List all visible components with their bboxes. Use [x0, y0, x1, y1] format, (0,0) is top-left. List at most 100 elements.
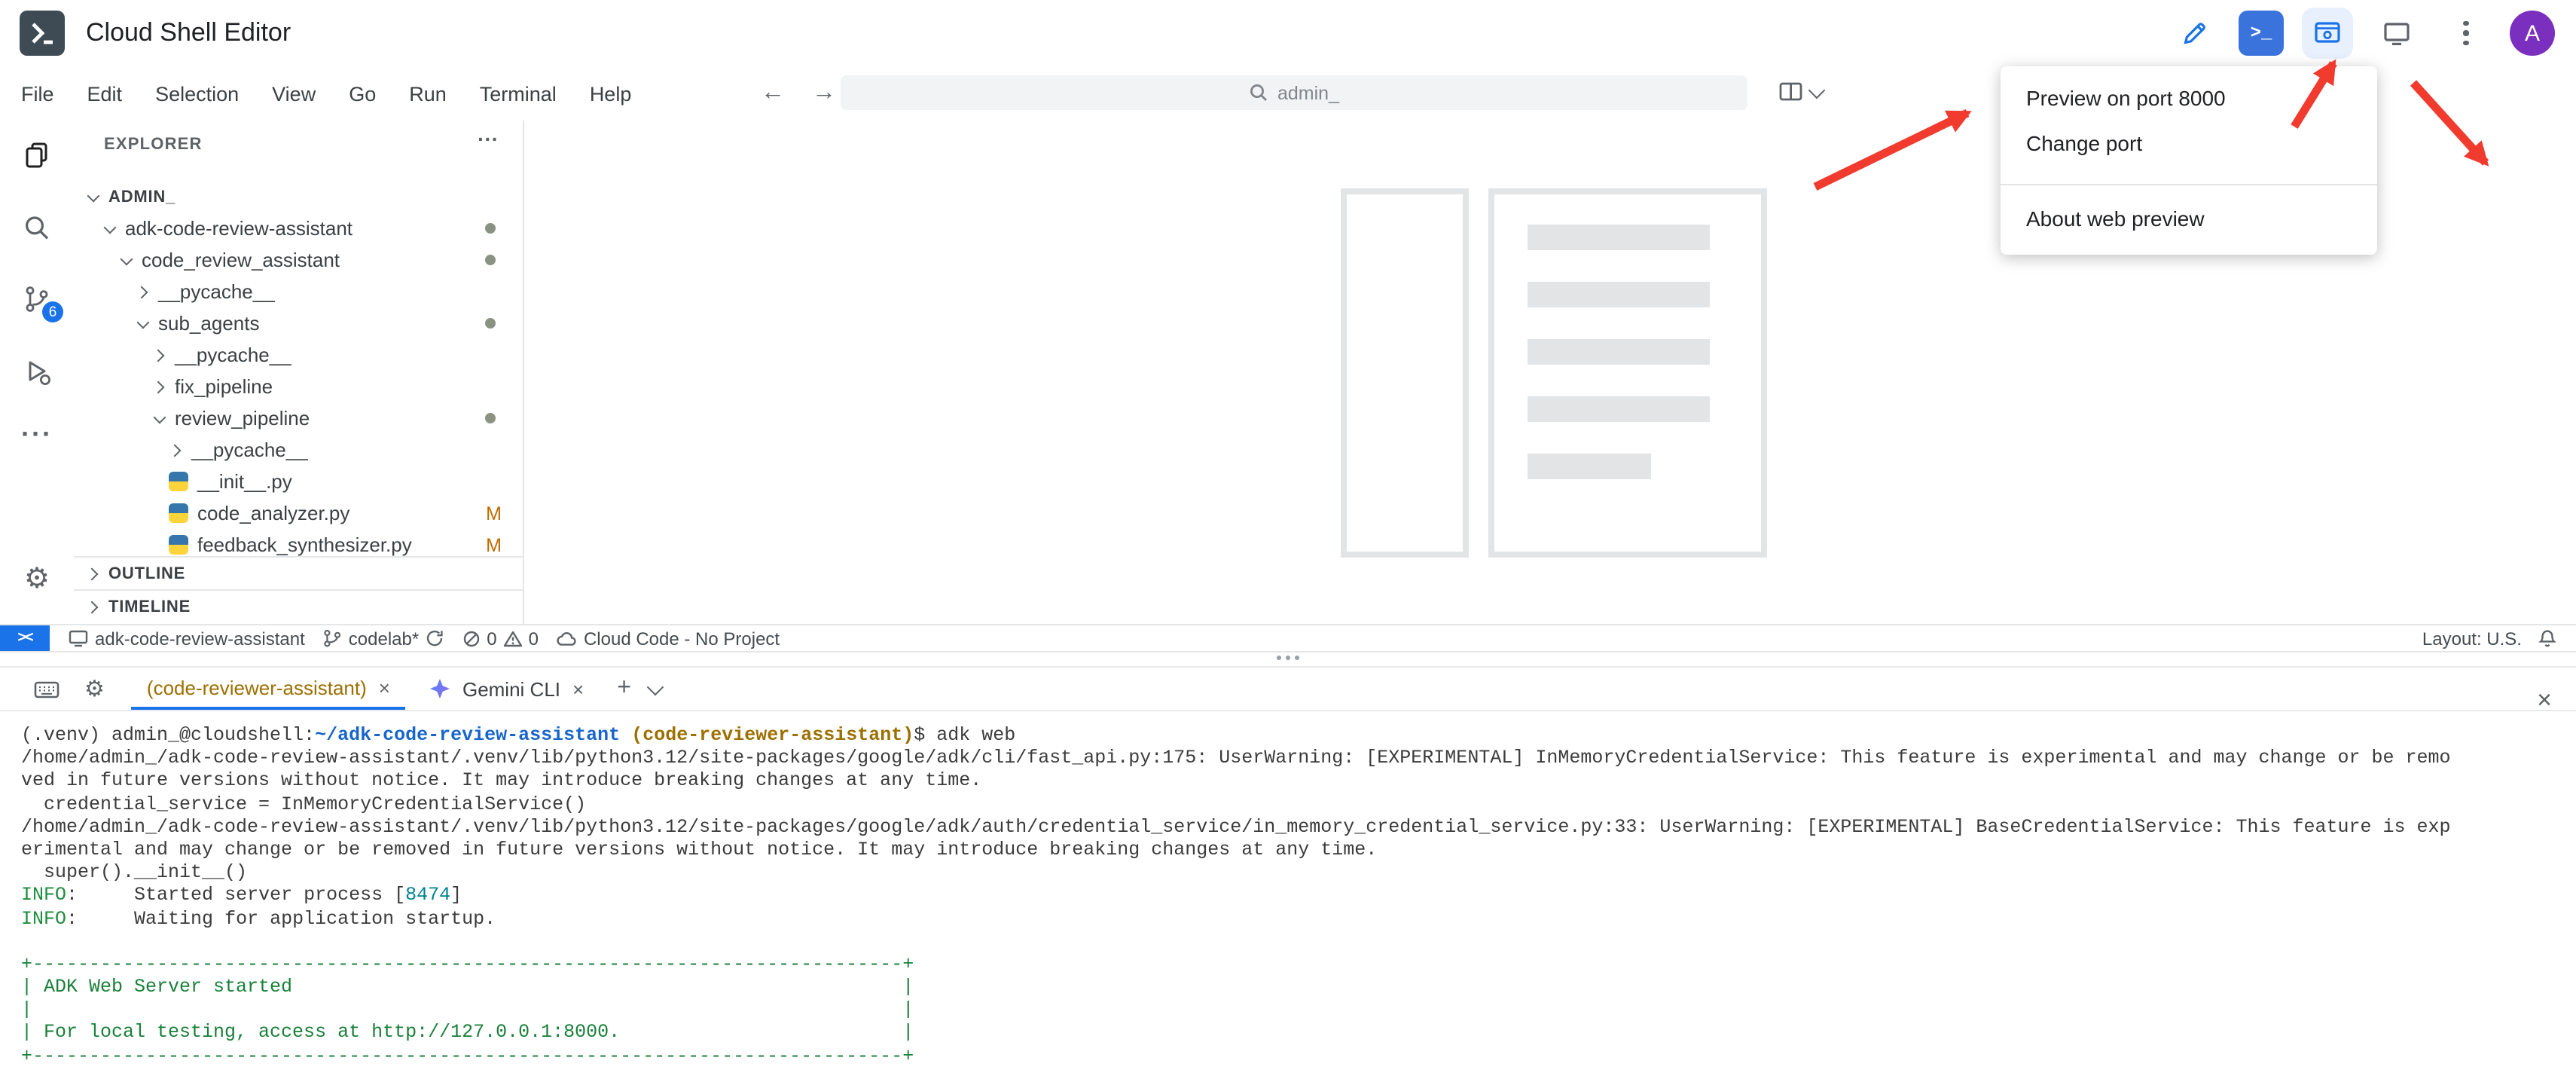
- chevron-down-icon: [136, 316, 151, 331]
- chevron-right-icon: [86, 567, 101, 582]
- terminal-line: ved in future versions without notice. I…: [21, 771, 2576, 793]
- chevron-down-icon: [1808, 81, 1826, 99]
- notifications-bell-icon[interactable]: [2537, 628, 2558, 649]
- menu-run[interactable]: Run: [409, 82, 447, 105]
- terminal-tab-code-reviewer[interactable]: (code-reviewer-assistant) ×: [132, 668, 405, 710]
- activity-source-control-icon[interactable]: 6: [0, 283, 74, 315]
- terminal-tab-label: (code-reviewer-assistant): [147, 676, 367, 698]
- avatar-initial: A: [2525, 20, 2540, 46]
- activity-run-debug-icon[interactable]: [0, 356, 74, 387]
- terminal-line: | ADK Web Server started |: [21, 977, 2576, 999]
- outline-section[interactable]: OUTLINE: [74, 556, 523, 591]
- modified-dot: [485, 255, 496, 265]
- chevron-down-icon: [152, 411, 167, 426]
- settings-gear-icon[interactable]: ⚙: [0, 562, 74, 597]
- terminal-line: erimental and may change or be removed i…: [21, 839, 2576, 862]
- activity-more-icon[interactable]: ···: [0, 419, 74, 451]
- split-editor-icon: [1778, 78, 1805, 105]
- editor-layout-toggle[interactable]: [1778, 78, 1823, 105]
- tree-item-fix-pipeline[interactable]: fix_pipeline: [74, 371, 523, 402]
- activity-explorer-icon[interactable]: [0, 140, 74, 172]
- terminal-line: INFO: Waiting for application startup.: [21, 908, 2576, 931]
- open-in-new-window-button[interactable]: [2371, 8, 2422, 59]
- timeline-label: TIMELINE: [108, 598, 191, 616]
- tree-item-review-pipeline[interactable]: review_pipeline: [74, 402, 523, 434]
- timeline-section[interactable]: TIMELINE: [74, 589, 523, 624]
- chevron-right-icon: [169, 442, 184, 457]
- tree-item--pycache-[interactable]: __pycache__: [74, 276, 523, 307]
- menu-item-preview-on-port-8000[interactable]: Preview on port 8000: [2001, 75, 2377, 121]
- tree-item--pycache-[interactable]: __pycache__: [74, 434, 523, 466]
- tree-item-sub-agents[interactable]: sub_agents: [74, 307, 523, 339]
- menu-selection[interactable]: Selection: [155, 82, 239, 105]
- git-modified-badge: M: [486, 503, 502, 524]
- activity-search-icon[interactable]: [0, 212, 74, 244]
- chevron-right-icon: [152, 379, 167, 394]
- sync-icon: [425, 628, 444, 648]
- search-input[interactable]: admin_: [841, 75, 1747, 110]
- menu-divider: [2001, 184, 2377, 185]
- status-workspace[interactable]: adk-code-review-assistant: [68, 628, 305, 649]
- errors-icon: [462, 629, 481, 647]
- new-terminal-icon[interactable]: +: [617, 675, 631, 702]
- warnings-icon: [503, 629, 523, 647]
- terminal-dropdown-chevron-icon[interactable]: [647, 678, 664, 695]
- remote-icon: ><: [17, 630, 32, 646]
- menu-go[interactable]: Go: [349, 82, 376, 105]
- remote-indicator[interactable]: ><: [0, 625, 50, 651]
- keyboard-icon[interactable]: [33, 677, 60, 700]
- explorer-more-actions-icon[interactable]: ···: [478, 127, 499, 151]
- menu-view[interactable]: View: [272, 82, 316, 105]
- terminal-line: [21, 931, 2576, 953]
- app-title: Cloud Shell Editor: [86, 18, 291, 48]
- modified-dot: [485, 318, 496, 329]
- tree-item-label: feedback_synthesizer.py: [197, 533, 412, 556]
- tree-item--init-py[interactable]: __init__.py: [74, 466, 523, 497]
- status-cloud-code[interactable]: Cloud Code - No Project: [557, 628, 780, 649]
- status-branch[interactable]: codelab*: [323, 628, 444, 649]
- edit-pencil-button[interactable]: [2169, 8, 2220, 59]
- keyboard-layout-label[interactable]: Layout: U.S.: [2422, 628, 2522, 649]
- menu-edit[interactable]: Edit: [87, 82, 123, 105]
- close-tab-icon[interactable]: ×: [572, 677, 584, 700]
- more-options-kebab-icon[interactable]: [2440, 21, 2492, 46]
- terminal-tab-label: Gemini CLI: [462, 677, 560, 700]
- status-problems[interactable]: 0 0: [462, 628, 539, 649]
- tree-item-label: __pycache__: [158, 280, 275, 303]
- python-file-icon: [169, 503, 188, 523]
- workspace-label: adk-code-review-assistant: [95, 628, 305, 649]
- panel-drag-handle[interactable]: [1277, 656, 1299, 660]
- terminal-output[interactable]: (.venv) admin_@cloudshell:~/adk-code-rev…: [0, 713, 2576, 1079]
- terminal-tab-bar: ⚙ (code-reviewer-assistant) × Gemini CLI…: [0, 666, 2576, 711]
- menu-item-about-web-preview[interactable]: About web preview: [2001, 196, 2377, 241]
- top-bar: Cloud Shell Editor >_ A: [0, 0, 2576, 68]
- web-preview-button[interactable]: [2302, 8, 2353, 59]
- close-tab-icon[interactable]: ×: [379, 676, 390, 698]
- tree-item--pycache-[interactable]: __pycache__: [74, 339, 523, 371]
- modified-dot: [485, 413, 496, 423]
- nav-back-icon[interactable]: ←: [761, 80, 785, 107]
- tree-item-label: code_review_assistant: [142, 249, 340, 271]
- menu-terminal[interactable]: Terminal: [480, 82, 557, 105]
- tree-item-admin-[interactable]: ADMIN_: [74, 181, 523, 212]
- nav-forward-icon[interactable]: →: [812, 80, 836, 107]
- menu-file[interactable]: File: [21, 82, 54, 105]
- search-icon: [1249, 83, 1268, 102]
- close-panel-icon[interactable]: ×: [2537, 687, 2552, 713]
- monitor-icon: [68, 628, 89, 648]
- terminal-tab-gemini-cli[interactable]: Gemini CLI ×: [414, 668, 599, 710]
- account-avatar[interactable]: A: [2510, 11, 2555, 56]
- terminal-line: /home/admin_/adk-code-review-assistant/.…: [21, 747, 2576, 770]
- menu-item-change-port[interactable]: Change port: [2001, 121, 2377, 166]
- open-terminal-button[interactable]: >_: [2239, 11, 2284, 56]
- tree-item-feedback-synthesizer-py[interactable]: feedback_synthesizer.pyM: [74, 529, 523, 556]
- tree-item-adk-code-review-assistant[interactable]: adk-code-review-assistant: [74, 212, 523, 244]
- preview-menu-items: Preview on port 8000Change port About web…: [2001, 75, 2377, 241]
- menu-help[interactable]: Help: [590, 82, 632, 105]
- tree-item-label: sub_agents: [158, 312, 259, 335]
- tree-item-code-review-assistant[interactable]: code_review_assistant: [74, 244, 523, 276]
- placeholder-page-left: [1341, 188, 1469, 558]
- tree-item-code-analyzer-py[interactable]: code_analyzer.pyM: [74, 497, 523, 529]
- terminal-settings-gear-icon[interactable]: ⚙: [84, 675, 105, 702]
- explorer-tree: ADMIN_adk-code-review-assistant code_revi…: [74, 181, 523, 556]
